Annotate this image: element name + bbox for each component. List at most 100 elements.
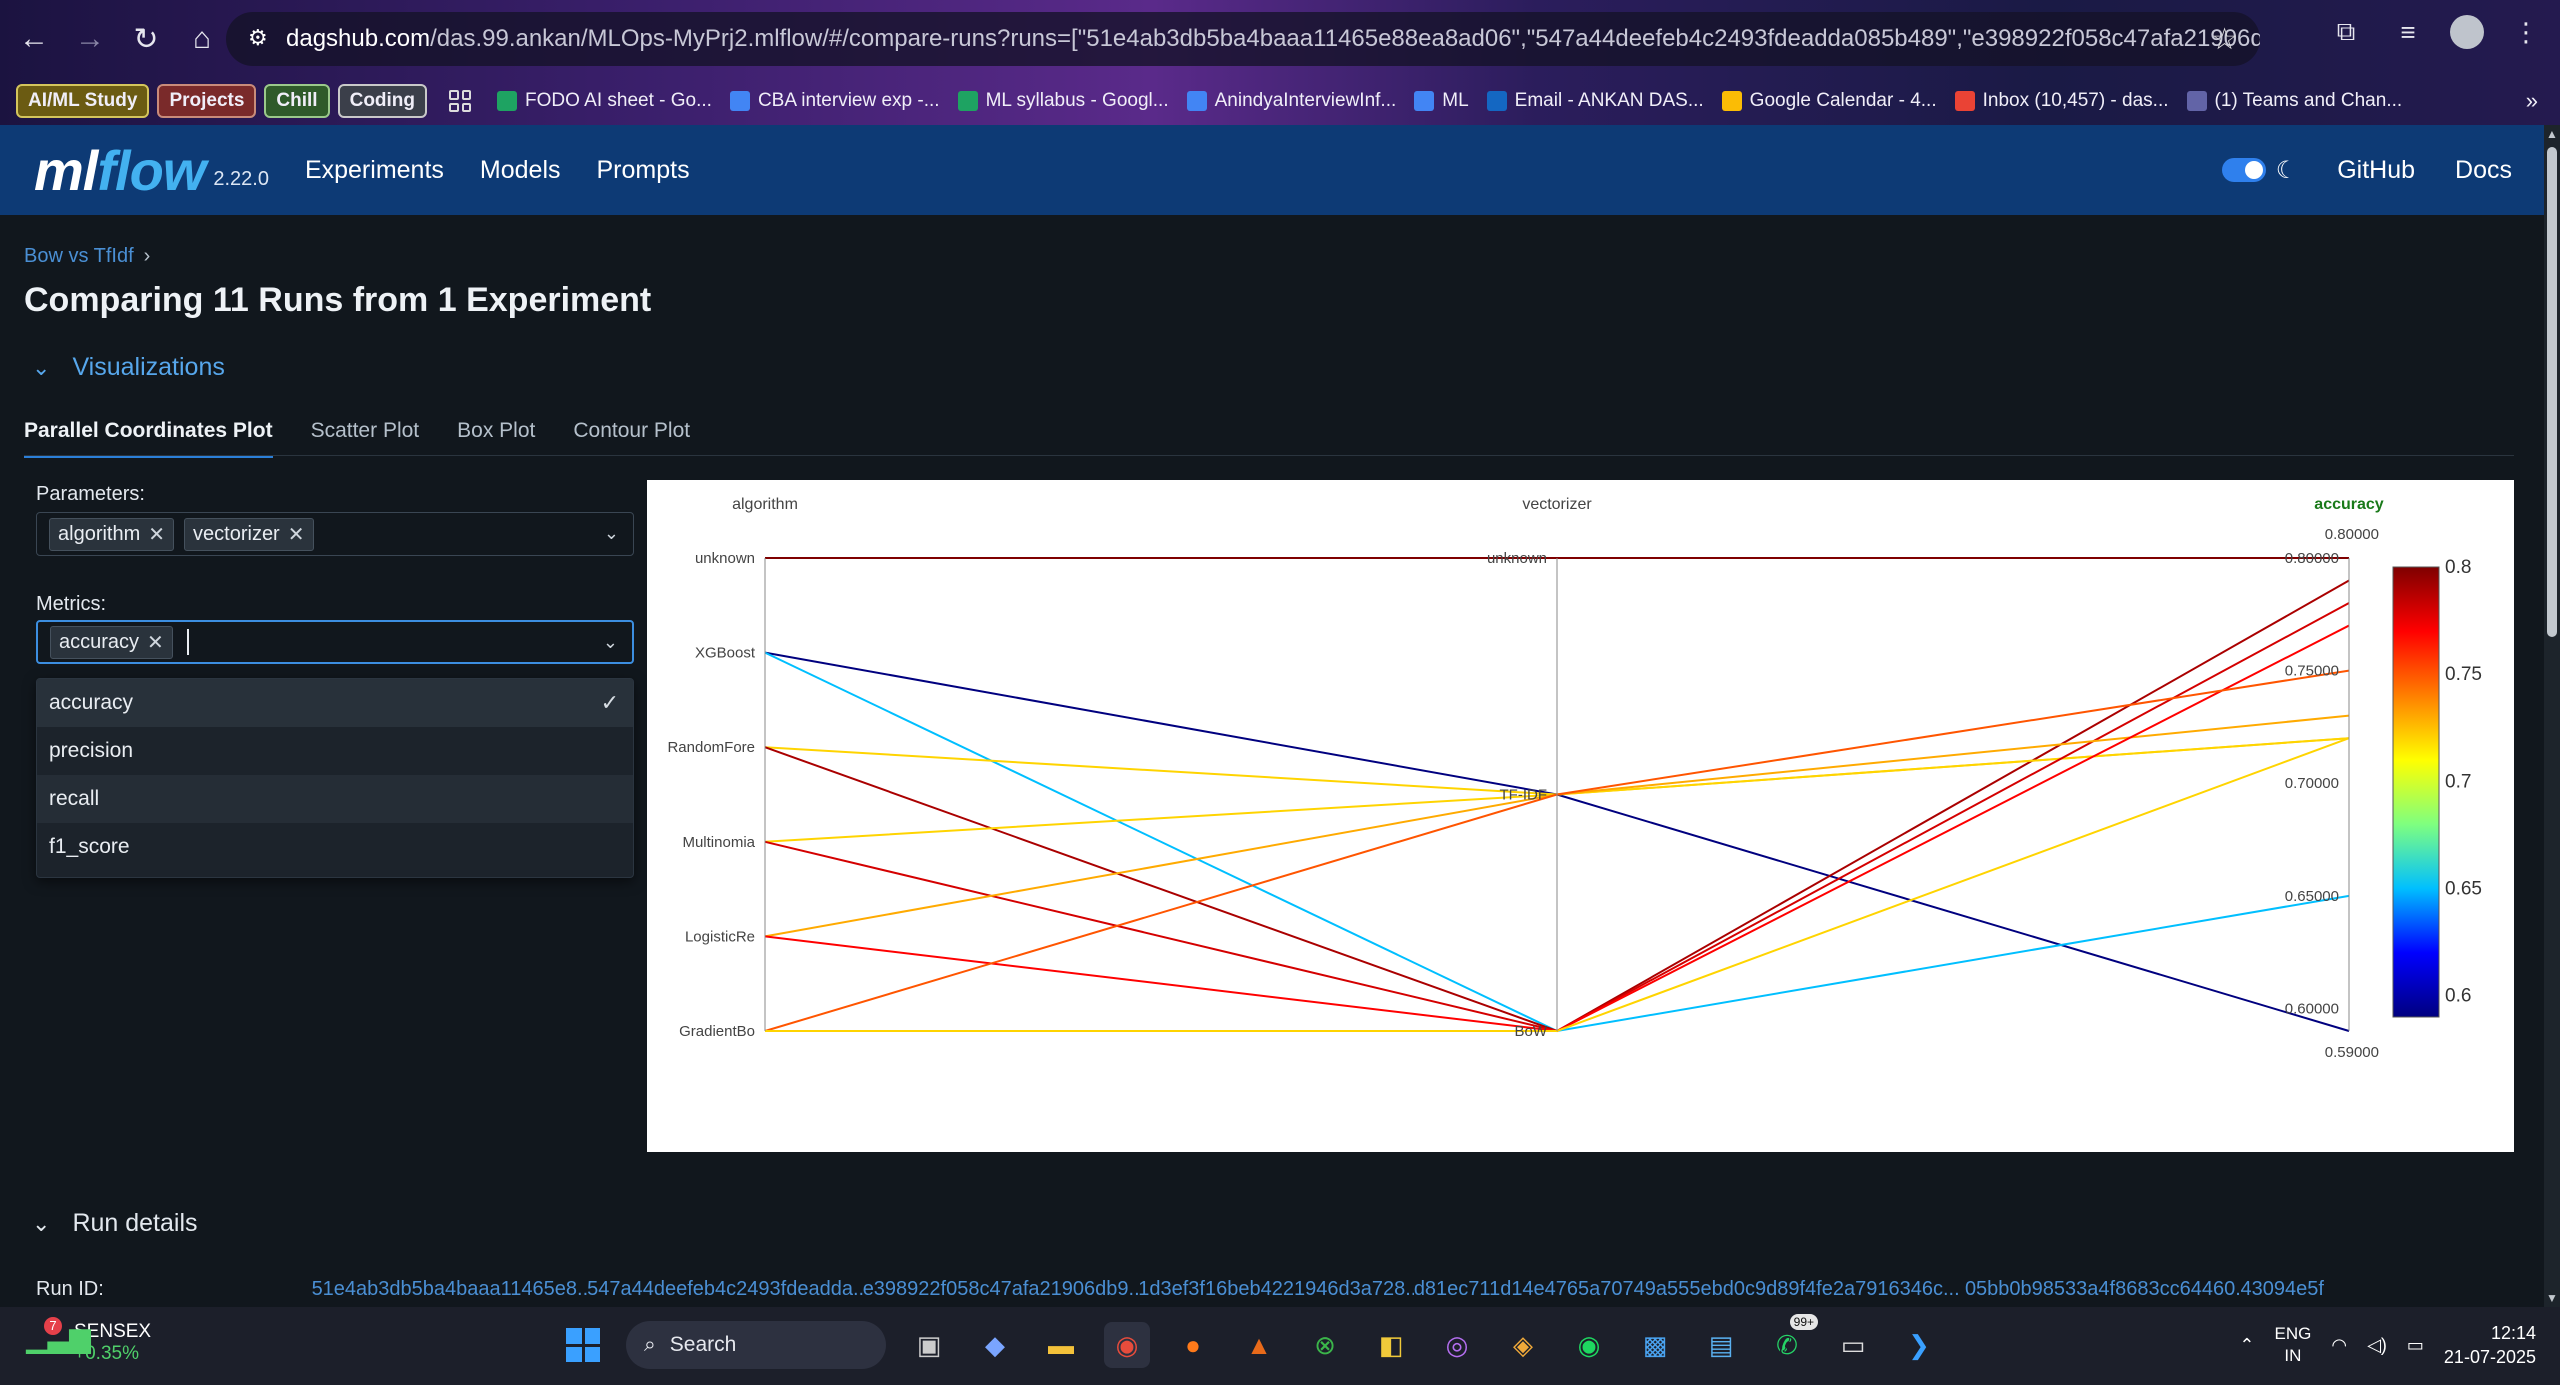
bookmark-favicon-icon <box>2186 91 2207 111</box>
chevron-down-icon[interactable]: ⌄ <box>604 523 619 544</box>
photos-icon[interactable]: ▩ <box>1632 1322 1678 1368</box>
tab-contour-plot[interactable]: Contour Plot <box>573 419 690 458</box>
stock-widget[interactable]: 7 SENSEX +0.35% ▁▃▆ <box>26 1317 151 1365</box>
bookmark-item[interactable]: Google Calendar - 4... <box>1721 90 1937 112</box>
app-icon[interactable]: ◎ <box>1434 1322 1480 1368</box>
docs-link[interactable]: Docs <box>2455 156 2512 185</box>
github-link[interactable]: GitHub <box>2337 156 2415 185</box>
nav-prompts[interactable]: Prompts <box>597 156 690 185</box>
copilot-icon[interactable]: ◆ <box>972 1322 1018 1368</box>
chevron-up-icon[interactable]: ⌃ <box>2239 1335 2254 1356</box>
run-id-link[interactable]: 5ebd0c9d89f4fe2a7916346c... <box>1689 1278 1965 1301</box>
git-icon[interactable]: ◈ <box>1500 1322 1546 1368</box>
vscode-icon[interactable]: ❯ <box>1896 1322 1942 1368</box>
clock[interactable]: 12:14 21-07-2025 <box>2444 1321 2536 1369</box>
bookmark-item[interactable]: ML <box>1414 90 1469 112</box>
run-id-link[interactable]: e398922f058c47afa21906db9... <box>863 1278 1139 1301</box>
mlflow-logo[interactable]: mlflow <box>34 138 206 203</box>
bookmark-item[interactable]: CBA interview exp -... <box>729 90 940 112</box>
tab-box-plot[interactable]: Box Plot <box>457 419 535 458</box>
date: 21-07-2025 <box>2443 1347 2536 1367</box>
tab-scatter-plot[interactable]: Scatter Plot <box>311 419 420 458</box>
apps-icon[interactable] <box>449 90 472 112</box>
breadcrumb-experiment[interactable]: Bow vs TfIdf <box>24 245 134 267</box>
bookmark-item[interactable]: AnindyaInterviewInf... <box>1186 90 1396 112</box>
remove-chip-icon[interactable]: ✕ <box>147 630 164 655</box>
site-info-icon[interactable]: ⚙ <box>248 25 276 53</box>
remove-chip-icon[interactable]: ✕ <box>288 522 305 547</box>
moon-icon: ☾ <box>2275 156 2298 184</box>
bookmark-item[interactable]: Inbox (10,457) - das... <box>1954 90 2169 112</box>
xbox-icon[interactable]: ⊗ <box>1302 1322 1348 1368</box>
run-id-link[interactable]: 43094e5f <box>2241 1278 2517 1301</box>
run-details-toggle[interactable]: ⌄ Run details <box>32 1209 198 1238</box>
parallel-coordinates-plot[interactable]: algorithm vectorizer accuracy unknown XGBoos… <box>647 480 2514 1152</box>
option-recall[interactable]: recall <box>37 775 633 823</box>
option-f1-score[interactable]: f1_score <box>37 823 633 871</box>
bookmark-label: ML <box>1442 90 1469 111</box>
run-id-link[interactable]: 547a44deefeb4c2493fdeadda... <box>587 1278 863 1301</box>
reload-icon[interactable]: ↻ <box>124 17 168 61</box>
bookmark-item[interactable]: FODO AI sheet - Go... <box>497 90 712 112</box>
scroll-up-icon[interactable]: ▲ <box>2546 127 2558 141</box>
wifi-icon[interactable]: ◠ <box>2331 1335 2347 1356</box>
address-bar[interactable]: ⚙ dagshub.com /das.99.ankan/MLOps-MyPrj2… <box>226 12 2260 66</box>
bookmark-favicon-icon <box>1721 91 1742 111</box>
run-id-link[interactable]: 05bb0b98533a4f8683cc64460... <box>1965 1278 2241 1301</box>
bookmark-group[interactable]: Projects <box>157 84 257 118</box>
bookmark-group[interactable]: Chill <box>264 84 330 118</box>
taskbar-search[interactable]: ⌕ Search <box>626 1321 886 1369</box>
task-view-icon[interactable]: ▣ <box>906 1322 952 1368</box>
python-icon[interactable]: ◧ <box>1368 1322 1414 1368</box>
chart-up-icon: ▁▃▆ <box>26 1322 91 1353</box>
terminal-icon[interactable]: ▭ <box>1830 1322 1876 1368</box>
option-accuracy[interactable]: accuracy ✓ <box>37 679 633 727</box>
bookmark-group[interactable]: AI/ML Study <box>16 84 150 118</box>
nav-experiments[interactable]: Experiments <box>305 156 444 185</box>
media-icon[interactable]: ≡ <box>2388 12 2428 52</box>
bookmark-item[interactable]: (1) Teams and Chan... <box>2186 90 2402 112</box>
home-icon[interactable]: ⌂ <box>180 17 224 61</box>
visualizations-toggle[interactable]: ⌄ Visualizations <box>32 353 225 382</box>
more-bookmarks-icon[interactable]: » <box>2526 88 2538 114</box>
param-chip: algorithm ✕ <box>49 517 175 551</box>
nav-models[interactable]: Models <box>480 156 561 185</box>
scroll-thumb[interactable] <box>2547 147 2557 637</box>
run-id-link[interactable]: 1d3ef3f16beb4221946d3a728... <box>1138 1278 1414 1301</box>
bookmark-group[interactable]: Coding <box>337 84 428 118</box>
option-precision[interactable]: precision <box>37 727 633 775</box>
matlab-icon[interactable]: ▲ <box>1236 1322 1282 1368</box>
profile-avatar[interactable] <box>2450 15 2484 49</box>
tick-label: 0.70000 <box>2285 775 2339 792</box>
chevron-down-icon[interactable]: ⌄ <box>603 632 618 653</box>
whatsapp-icon[interactable]: ✆ 99+ <box>1764 1314 1818 1368</box>
theme-toggle[interactable]: ☾ <box>2221 156 2298 185</box>
unread-badge: 99+ <box>1789 1314 1818 1330</box>
back-icon[interactable]: ← <box>12 17 56 61</box>
run-id-link[interactable]: d81ec711d14e4765a70749a55... <box>1414 1278 1690 1301</box>
extensions-icon[interactable]: ⧉ <box>2326 12 2366 52</box>
bookmark-item[interactable]: Email - ANKAN DAS... <box>1486 90 1704 112</box>
notepad-icon[interactable]: ▤ <box>1698 1322 1744 1368</box>
volume-icon[interactable]: ◁) <box>2367 1335 2387 1356</box>
dark-mode-switch[interactable] <box>2221 158 2266 182</box>
metrics-select[interactable]: accuracy ✕ ⌄ <box>36 620 634 664</box>
chrome-icon[interactable]: ◉ <box>1104 1322 1150 1368</box>
battery-icon[interactable]: ▭ <box>2407 1335 2424 1356</box>
remove-chip-icon[interactable]: ✕ <box>148 522 165 547</box>
start-icon[interactable] <box>560 1322 606 1368</box>
run-id-link[interactable]: 51e4ab3db5ba4baaa11465e8... <box>312 1278 588 1301</box>
page-scrollbar[interactable]: ▲ ▼ <box>2544 125 2560 1307</box>
bookmark-item[interactable]: ML syllabus - Googl... <box>957 90 1169 112</box>
file-explorer-icon[interactable]: ▬ <box>1038 1322 1084 1368</box>
spotify-icon[interactable]: ◉ <box>1566 1322 1612 1368</box>
menu-icon[interactable]: ⋮ <box>2506 12 2546 52</box>
mlflow-version: 2.22.0 <box>213 167 269 190</box>
tab-parallel-coordinates[interactable]: Parallel Coordinates Plot <box>24 419 273 458</box>
language-indicator[interactable]: ENG IN <box>2275 1323 2312 1367</box>
parameters-select[interactable]: algorithm ✕ vectorizer ✕ ⌄ <box>36 512 634 556</box>
forward-icon[interactable]: → <box>68 17 112 61</box>
bookmark-star-icon[interactable]: ☆ <box>2211 22 2238 57</box>
firefox-icon[interactable]: ● <box>1170 1322 1216 1368</box>
scroll-down-icon[interactable]: ▼ <box>2546 1291 2558 1305</box>
